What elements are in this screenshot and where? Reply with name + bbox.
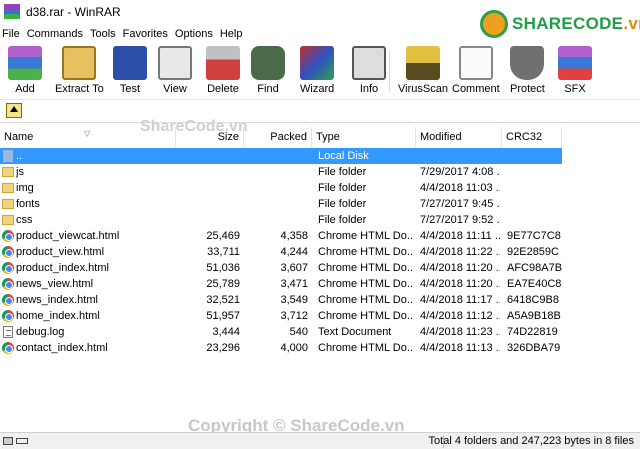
protect-icon [510, 46, 545, 80]
info-icon [352, 46, 386, 80]
menu-favorites[interactable]: Favorites [123, 28, 175, 40]
test-button[interactable]: Test [113, 44, 147, 98]
file-row[interactable]: js File folder 7/29/2017 4:08 ... [0, 164, 562, 180]
comment-button[interactable]: Comment [452, 44, 500, 98]
view-icon [158, 46, 192, 80]
file-row[interactable]: img File folder 4/4/2018 11:03 ... [0, 180, 562, 196]
add-button[interactable]: Add [8, 44, 42, 98]
menu-tools[interactable]: Tools [90, 28, 123, 40]
test-icon [113, 46, 147, 80]
column-crc32[interactable]: CRC32 [502, 127, 562, 147]
extract-to-button[interactable]: Extract To [55, 44, 104, 98]
menu-commands[interactable]: Commands [27, 28, 90, 40]
file-row[interactable]: product_viewcat.html 25,469 4,358 Chrome… [0, 228, 562, 244]
file-row[interactable]: news_index.html 32,521 3,549 Chrome HTML… [0, 292, 562, 308]
chrome-html-icon [2, 278, 14, 290]
menu-file[interactable]: File [2, 28, 27, 40]
watermark-text: ShareCode.vn [140, 118, 248, 135]
view-button[interactable]: View [158, 44, 192, 98]
column-modified[interactable]: Modified [416, 127, 502, 147]
folder-icon [2, 183, 14, 193]
delete-button[interactable]: Delete [206, 44, 240, 98]
virusscan-button[interactable]: VirusScan [398, 44, 448, 98]
toolbar: Add Extract To Test View Delete Find Wiz… [0, 44, 640, 98]
extract-icon [62, 46, 97, 80]
column-header-row: Name ▽ Size Packed Type Modified CRC32 [0, 127, 562, 147]
info-button[interactable]: Info [352, 44, 386, 98]
drive-icon[interactable] [3, 437, 13, 445]
status-bar: Total 4 folders and 247,223 bytes in 8 f… [0, 432, 640, 449]
virusscan-icon [405, 46, 440, 80]
find-button[interactable]: Find [251, 44, 285, 98]
file-row[interactable]: product_view.html 33,711 4,244 Chrome HT… [0, 244, 562, 260]
window-title: d38.rar - WinRAR [26, 5, 121, 19]
file-row[interactable]: css File folder 7/27/2017 9:52 ... [0, 212, 562, 228]
file-row[interactable]: debug.log 3,444 540 Text Document 4/4/20… [0, 324, 562, 340]
chrome-html-icon [2, 246, 14, 258]
wizard-icon [300, 46, 335, 80]
sfx-button[interactable]: SFX [558, 44, 592, 98]
protect-button[interactable]: Protect [510, 44, 545, 98]
chrome-html-icon [2, 310, 14, 322]
file-row[interactable]: contact_index.html 23,296 4,000 Chrome H… [0, 340, 562, 356]
winrar-app-icon[interactable] [4, 4, 20, 20]
delete-icon [206, 46, 240, 80]
chrome-html-icon [2, 294, 14, 306]
address-bar [0, 99, 640, 121]
column-packed[interactable]: Packed [244, 127, 312, 147]
wizard-button[interactable]: Wizard [300, 44, 334, 98]
folder-icon [2, 215, 14, 225]
menu-options[interactable]: Options [175, 28, 220, 40]
chrome-html-icon [2, 342, 14, 354]
file-row[interactable]: home_index.html 51,957 3,712 Chrome HTML… [0, 308, 562, 324]
sort-arrow-icon: ▽ [84, 129, 91, 138]
add-archive-icon [8, 46, 42, 80]
file-row[interactable]: product_index.html 51,036 3,607 Chrome H… [0, 260, 562, 276]
file-row[interactable]: fonts File folder 7/27/2017 9:45 ... [0, 196, 562, 212]
folder-icon [2, 167, 14, 177]
sfx-icon [558, 46, 592, 80]
comment-icon [458, 46, 493, 80]
text-document-icon [3, 326, 13, 338]
key-icon[interactable] [16, 438, 28, 444]
toolbar-separator [389, 50, 390, 92]
menu-bar: File Commands Tools Favorites Options He… [0, 24, 640, 44]
chrome-html-icon [2, 262, 14, 274]
file-list[interactable]: Name ▽ Size Packed Type Modified CRC32 .… [0, 122, 640, 432]
file-row[interactable]: .. Local Disk [0, 148, 562, 164]
up-one-level-button[interactable] [6, 103, 22, 118]
folder-icon [2, 199, 14, 209]
file-row[interactable]: news_view.html 25,789 3,471 Chrome HTML … [0, 276, 562, 292]
chrome-html-icon [2, 230, 14, 242]
status-summary: Total 4 folders and 247,223 bytes in 8 f… [428, 435, 634, 447]
column-type[interactable]: Type [312, 127, 416, 147]
parent-folder-icon [3, 150, 13, 162]
menu-help[interactable]: Help [220, 28, 250, 40]
find-icon [251, 46, 285, 80]
